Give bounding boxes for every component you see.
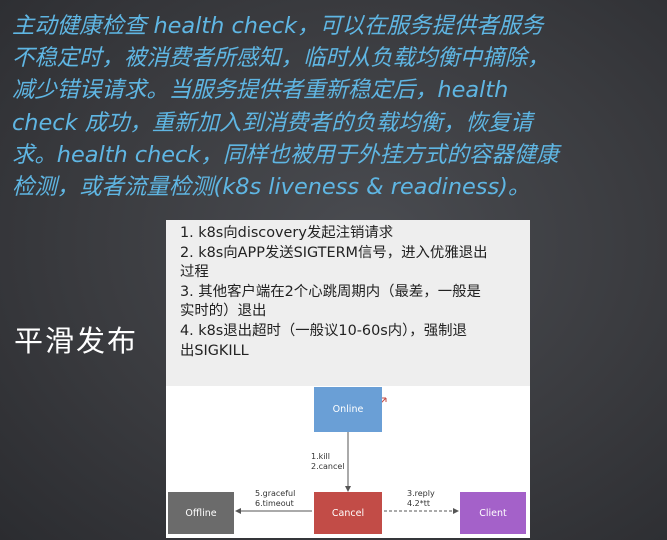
intro-line: 主动健康检查 health check，可以在服务提供者服务 (12, 13, 544, 39)
intro-line: 求。health check，同样也被用于外挂方式的容器健康 (12, 141, 559, 168)
node-offline: Offline (168, 492, 234, 534)
intro-line: check 成功，重新加入到消费者的负载均衡，恢复请 (12, 109, 533, 136)
node-online: Online (314, 387, 382, 432)
step-line: 4. k8s退出超时（一般议10-60s内），强制退 (180, 322, 467, 339)
step-line: 出SIGKILL (180, 342, 249, 359)
node-client: Client (460, 492, 526, 534)
intro-line: 检测，或者流量检测(k8s liveness & readiness)。 (12, 174, 531, 201)
edge-label-graceful: 5.graceful 6.timeout (255, 489, 296, 508)
slide-section-title: 平滑发布 (14, 324, 139, 358)
edge-label-reply: 3.reply 4.2*tt (407, 489, 435, 508)
deployment-figure: 1. k8s向discovery发起注销请求 2. k8s向APP发送SIGTE… (166, 220, 530, 538)
step-line: 过程 (180, 264, 209, 281)
steps-list: 1. k8s向discovery发起注销请求 2. k8s向APP发送SIGTE… (166, 220, 530, 386)
intro-paragraph: 主动健康检查 health check，可以在服务提供者服务 不稳定时，被消费者… (12, 10, 662, 203)
step-line: 1. k8s向discovery发起注销请求 (180, 225, 394, 241)
edge-label-kill: 1.kill 2.cancel (311, 452, 345, 471)
intro-line: 不稳定时，被消费者所感知，临时从负载均衡中摘除， (12, 45, 550, 72)
node-cancel: Cancel (314, 492, 382, 534)
step-line: 实时的）退出 (180, 303, 267, 320)
state-diagram: Online Cancel Offline Client 1.kill 2.ca… (166, 386, 530, 538)
intro-line: 减少错误请求。当服务提供者重新稳定后，health (12, 77, 509, 104)
step-line: 3. 其他客户端在2个心跳周期内（最差，一般是 (180, 283, 481, 300)
step-line: 2. k8s向APP发送SIGTERM信号，进入优雅退出 (180, 244, 488, 261)
